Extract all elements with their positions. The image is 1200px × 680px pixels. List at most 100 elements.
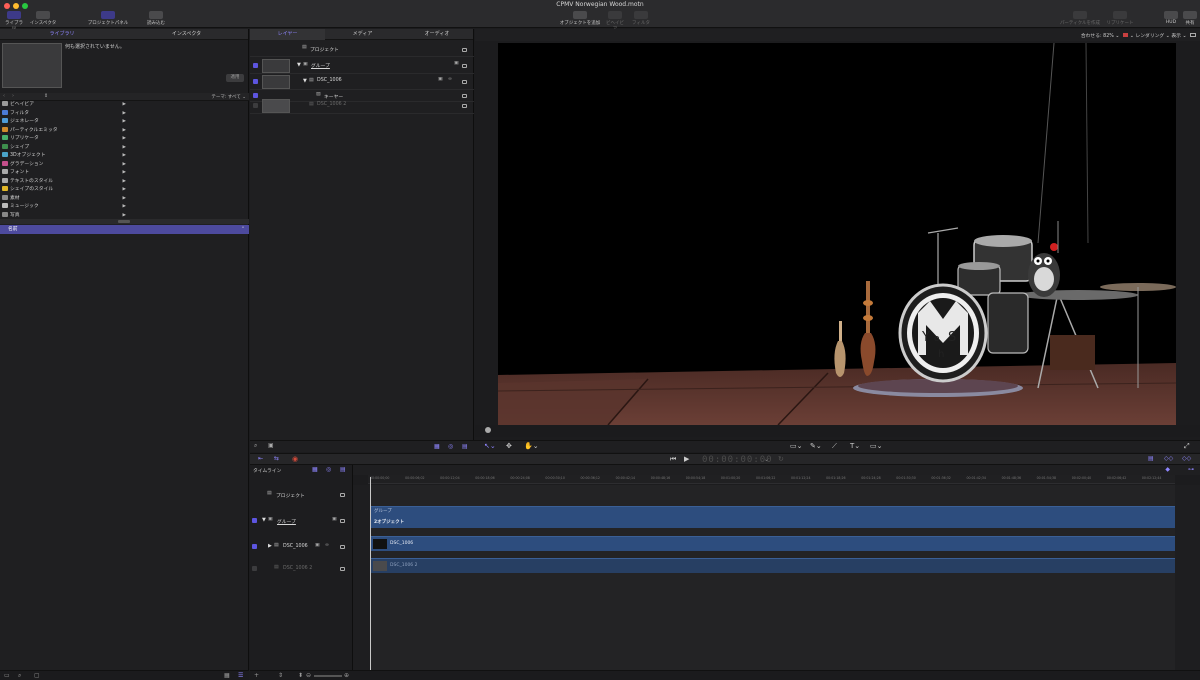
library-category-item[interactable]: フィルタ ▶	[2, 109, 126, 119]
fit-zoom-select[interactable]: 合わせる: 82%	[1081, 34, 1114, 39]
add-object-toolbar-button[interactable]: オブジェクトを追加	[558, 11, 602, 26]
timeline-row-project[interactable]: ▤ プロジェクト	[250, 489, 353, 501]
tab-inspector[interactable]: インスペクタ	[124, 29, 249, 40]
folder-icon[interactable]: ▭	[4, 672, 10, 679]
preview-icon[interactable]: ▢	[34, 672, 40, 679]
lock-icon[interactable]	[462, 48, 467, 52]
project-panel-toolbar-button[interactable]: プロジェクトパネル	[86, 11, 130, 26]
library-category-item[interactable]: フォント ▶	[2, 169, 126, 178]
layer-visibility-checkbox[interactable]	[252, 566, 257, 571]
zoom-slider-icon[interactable]: ⊶	[1188, 466, 1194, 473]
text-tool[interactable]: T⌄	[850, 442, 860, 450]
zoom-in-icon[interactable]: ⊕	[344, 672, 349, 679]
library-category-item[interactable]: グラデーション ▶	[2, 160, 126, 170]
record-keyframe-icon[interactable]: ⇤	[258, 455, 263, 462]
render-select[interactable]: レンダリング	[1135, 34, 1164, 39]
search-icon[interactable]: ⌕	[18, 672, 21, 680]
apply-button[interactable]: 適用	[226, 74, 244, 82]
tab-media[interactable]: メディア	[325, 29, 400, 40]
theme-filter-select[interactable]: テーマ: すべて ⌄	[211, 94, 246, 100]
play-range-in-icon[interactable]: ◆	[1165, 466, 1170, 473]
library-category-item[interactable]: 3Dオブジェクト ▶	[2, 152, 126, 161]
lock-icon[interactable]	[340, 519, 345, 523]
playhead[interactable]	[370, 477, 371, 670]
library-category-item[interactable]: テキストのスタイル ▶	[2, 177, 126, 187]
disclosure-triangle-icon[interactable]: ▼	[297, 62, 301, 68]
tab-library[interactable]: ライブラリ	[0, 29, 124, 40]
paint-stroke-tool[interactable]: ⟋	[832, 442, 837, 451]
zoom-out-icon[interactable]: ⊖	[306, 672, 311, 679]
timeline-bar-group[interactable]: グループ 2オブジェクト	[371, 506, 1175, 528]
sort-chevron-icon[interactable]: ⌃	[241, 225, 245, 234]
layer-grid-icon[interactable]: ▤	[462, 443, 468, 450]
pan-tool[interactable]: ✋⌄	[524, 442, 539, 450]
list-view-icon[interactable]: ☰	[238, 672, 243, 679]
sync-icon[interactable]: ↻	[778, 455, 784, 463]
blend-icon[interactable]: ∞	[448, 77, 452, 82]
mask-icon[interactable]: ▣	[315, 543, 320, 548]
row-height-icon[interactable]: ⬍	[298, 672, 303, 679]
select-transform-tool[interactable]: ↖⌄	[484, 442, 496, 450]
layer-row-group[interactable]: ▼ ▣ グループ ▣	[250, 58, 474, 74]
filters-toolbar-button[interactable]: フィルタ	[630, 11, 652, 26]
replicate-toolbar-button[interactable]: リプリケート	[1105, 11, 1135, 26]
search-icon[interactable]: ⌕	[254, 442, 257, 450]
layer-visibility-checkbox[interactable]	[253, 63, 258, 68]
lock-icon[interactable]	[462, 80, 467, 84]
go-to-start-icon[interactable]: ⏮	[670, 455, 676, 464]
mask-tool[interactable]: ▭⌄	[870, 442, 882, 450]
lock-icon[interactable]	[462, 64, 467, 68]
layer-row-dsc1006-2[interactable]: ▤ DSC_1006 2	[250, 98, 474, 114]
timeline-scrubber-handle[interactable]	[485, 427, 491, 433]
timeline-bar-dsc1006[interactable]: DSC_1006	[371, 536, 1175, 551]
show-behaviors-icon[interactable]: ▤	[340, 466, 346, 473]
library-category-item[interactable]: シェイプ ▶	[2, 143, 126, 153]
lock-icon[interactable]	[340, 545, 345, 549]
library-category-item[interactable]: ビヘイビア ▶	[2, 101, 126, 110]
lock-icon[interactable]	[340, 567, 345, 571]
add-layer-icon[interactable]: ▣	[268, 442, 274, 449]
new-layer-icon[interactable]: +	[254, 672, 259, 679]
play-button[interactable]: ▶	[684, 455, 689, 463]
expand-icon[interactable]: ⤢	[1184, 442, 1190, 451]
show-masks-icon[interactable]: ◎	[326, 466, 331, 473]
tab-layers[interactable]: レイヤー	[250, 29, 325, 40]
library-category-item[interactable]: シェイプのスタイル ▶	[2, 186, 126, 195]
anchor-tool[interactable]: ✥	[506, 442, 512, 450]
lock-icon[interactable]	[340, 493, 345, 497]
show-layers-icon[interactable]: ▦	[312, 466, 318, 473]
grid-view-icon[interactable]: ▦	[224, 672, 230, 679]
disclosure-triangle-icon[interactable]: ▼	[262, 517, 266, 523]
timeline-ruler[interactable]: 00:00:00;00 00:00:06;02 00:00:12;04 00:00:1…	[368, 475, 1175, 484]
window-layout-icon[interactable]	[1190, 33, 1196, 37]
mask-options-icon[interactable]: ◎	[448, 443, 453, 450]
record-icon[interactable]: ◉	[292, 455, 298, 463]
library-category-item[interactable]: 素材 ▶	[2, 194, 126, 204]
layer-options-icon[interactable]: ▦	[434, 443, 440, 450]
shape-tool[interactable]: ▭⌄	[790, 442, 802, 450]
forward-icon[interactable]: ›	[12, 93, 14, 99]
layer-visibility-checkbox[interactable]	[253, 79, 258, 84]
tab-audio[interactable]: オーディオ	[400, 29, 474, 40]
library-category-item[interactable]: ミュージック ▶	[2, 203, 126, 212]
timeline-row-group[interactable]: ▼ ▣ グループ ▣	[250, 515, 353, 527]
layer-visibility-checkbox[interactable]	[252, 518, 257, 523]
disclosure-triangle-icon[interactable]: ▼	[303, 78, 307, 84]
library-splitter[interactable]	[0, 219, 249, 224]
layer-visibility-checkbox[interactable]	[252, 544, 257, 549]
layer-visibility-checkbox[interactable]	[253, 103, 258, 108]
lock-icon[interactable]	[462, 104, 467, 108]
canvas-viewer[interactable]: Y o S h	[498, 43, 1176, 425]
render-color-swatch[interactable]	[1122, 33, 1128, 37]
timeline-toggle-icon[interactable]: ▤	[1148, 455, 1154, 462]
timeline-row-dsc1006-2[interactable]: ▤ DSC_1006 2	[250, 563, 353, 575]
bezier-tool[interactable]: ✎⌄	[810, 442, 822, 450]
library-category-item[interactable]: ジェネレータ ▶	[2, 118, 126, 127]
make-particles-toolbar-button[interactable]: パーティクルを作成	[1058, 11, 1102, 26]
layer-row-dsc1006[interactable]: ▼ ▤ DSC_1006 ▣ ∞	[250, 74, 474, 90]
mask-icon[interactable]: ▣	[438, 77, 443, 82]
back-icon[interactable]: ‹	[3, 93, 5, 99]
import-toolbar-button[interactable]: 読み込む	[145, 11, 167, 26]
library-category-item[interactable]: リプリケータ ▶	[2, 135, 126, 144]
timeline-bar-dsc1006-2[interactable]: DSC_1006 2	[371, 558, 1175, 573]
